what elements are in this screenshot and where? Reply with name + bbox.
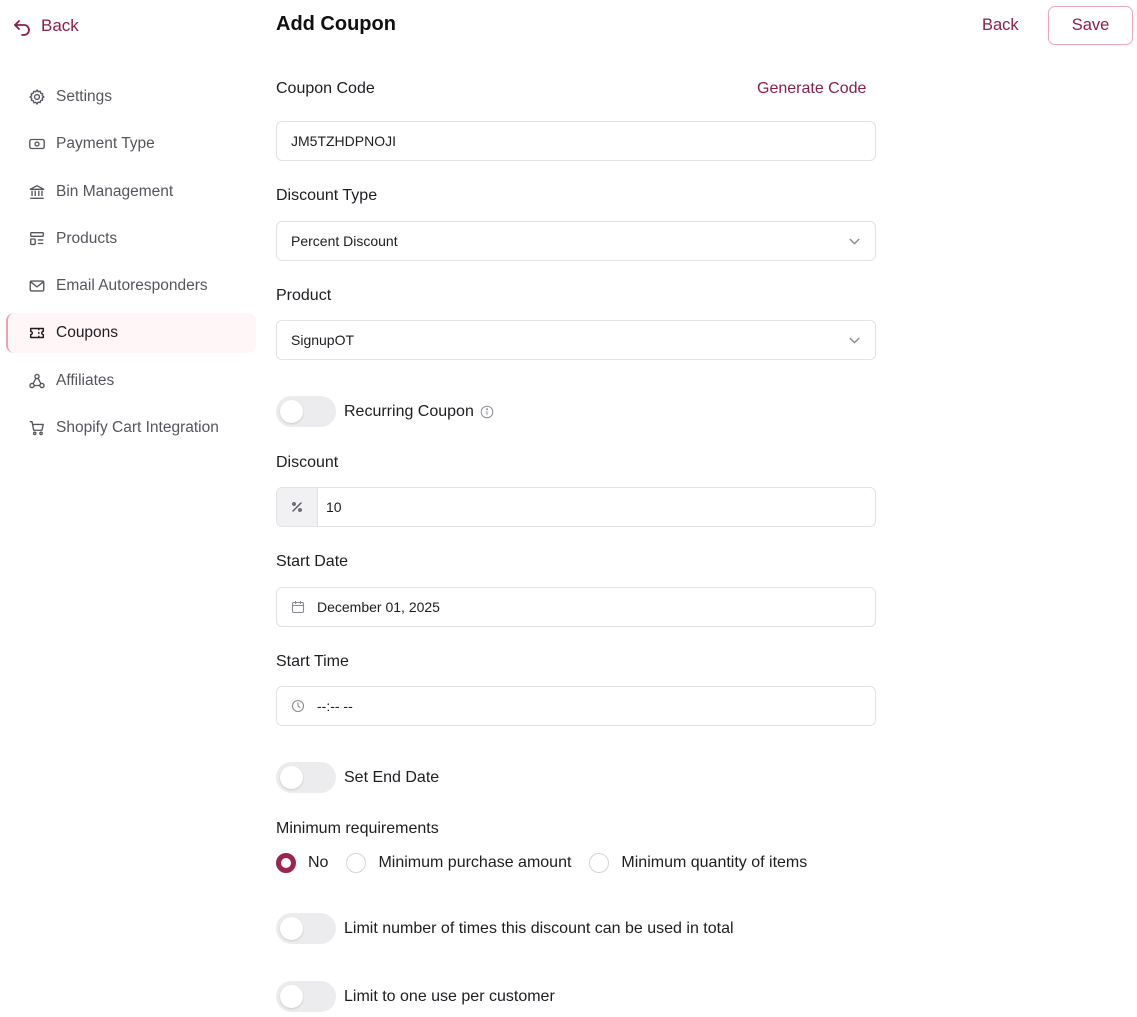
- sidebar-item-label: Bin Management: [56, 182, 174, 200]
- start-time-label: Start Time: [276, 653, 349, 670]
- sidebar-item-label: Settings: [56, 88, 113, 105]
- percent-icon: [292, 502, 302, 512]
- coupon-code-label: Coupon Code: [276, 80, 375, 97]
- start-date-label: Start Date: [276, 553, 349, 570]
- sidebar-item-affiliates[interactable]: Affiliates: [6, 361, 256, 401]
- limit-total-row: Limit number of times this discount can …: [276, 913, 734, 944]
- end-date-label: Set End Date: [344, 768, 440, 786]
- header-back-button[interactable]: Back: [982, 16, 1019, 35]
- toggle-knob: [280, 917, 303, 940]
- end-date-row: Set End Date: [276, 762, 439, 793]
- radio-option-min-purchase[interactable]: Minimum purchase amount: [346, 853, 571, 873]
- page-title: Add Coupon: [276, 13, 396, 35]
- radio-min-purchase[interactable]: [346, 853, 367, 873]
- sidebar-item-label: Email Autoresponders: [56, 277, 208, 295]
- limit-total-toggle[interactable]: [276, 913, 336, 944]
- toggle-knob: [280, 985, 303, 1008]
- discount-value: 10: [326, 499, 342, 515]
- discount-type-value: Percent Discount: [291, 233, 398, 249]
- sidebar-item-payment-type[interactable]: Payment Type: [6, 124, 256, 164]
- discount-label: Discount: [276, 454, 339, 471]
- min-requirements-label: Minimum requirements: [276, 820, 439, 837]
- min-requirements-radio-group: No Minimum purchase amount Minimum quant…: [276, 853, 807, 873]
- limit-customer-label: Limit to one use per customer: [344, 987, 555, 1005]
- start-time-value: --:-- --: [317, 698, 353, 714]
- sidebar-item-products[interactable]: Products: [6, 219, 256, 259]
- sidebar-item-bin-management[interactable]: Bin Management: [6, 172, 256, 212]
- sidebar-item-shopify-cart-integration[interactable]: Shopify Cart Integration: [6, 408, 256, 448]
- start-date-value: December 01, 2025: [317, 599, 440, 615]
- radio-label-min-quantity: Minimum quantity of items: [621, 854, 808, 871]
- network-icon: [29, 373, 45, 389]
- sidebar-item-settings[interactable]: Settings: [6, 77, 256, 117]
- toggle-knob: [280, 766, 303, 789]
- coupon-code-input[interactable]: JM5TZHDPNOJI: [276, 121, 876, 161]
- discount-input[interactable]: 10: [276, 487, 876, 527]
- radio-option-no[interactable]: No: [276, 853, 328, 873]
- recurring-coupon-row: Recurring Coupon: [276, 396, 494, 427]
- discount-type-select[interactable]: Percent Discount: [276, 221, 876, 261]
- recurring-coupon-label: Recurring Coupon: [344, 402, 474, 420]
- radio-option-min-quantity[interactable]: Minimum quantity of items: [589, 853, 807, 873]
- info-icon[interactable]: [480, 405, 494, 419]
- radio-min-quantity[interactable]: [589, 853, 610, 873]
- sidebar-back-link[interactable]: Back: [12, 16, 79, 36]
- limit-customer-row: Limit to one use per customer: [276, 981, 555, 1012]
- mail-icon: [29, 280, 45, 292]
- gear-icon: [29, 89, 45, 105]
- chevron-down-icon: [849, 238, 860, 245]
- sidebar-item-email-autoresponders[interactable]: Email Autoresponders: [6, 266, 256, 306]
- limit-total-label: Limit number of times this discount can …: [344, 919, 734, 937]
- back-arrow-icon: [14, 20, 30, 36]
- sidebar-item-label: Coupons: [56, 324, 119, 342]
- sidebar-item-coupons[interactable]: Coupons: [6, 313, 256, 354]
- coupon-code-value: JM5TZHDPNOJI: [291, 133, 396, 149]
- save-button[interactable]: Save: [1048, 6, 1133, 45]
- chevron-down-icon: [849, 337, 860, 344]
- percent-prefix: [277, 488, 318, 526]
- sidebar-back-label: Back: [41, 16, 79, 35]
- sidebar-item-label: Products: [56, 229, 118, 247]
- sidebar-item-label: Shopify Cart Integration: [56, 419, 219, 437]
- recurring-coupon-toggle[interactable]: [276, 396, 336, 427]
- ticket-icon: [29, 328, 45, 339]
- calendar-icon: [291, 601, 305, 614]
- sidebar-nav: Settings Payment Type Bin Management Pro…: [6, 77, 256, 455]
- product-value: SignupOT: [291, 332, 355, 348]
- banknote-icon: [29, 139, 45, 150]
- generate-code-link[interactable]: Generate Code: [757, 80, 866, 98]
- discount-type-label: Discount Type: [276, 187, 378, 204]
- radio-label-no: No: [308, 854, 329, 871]
- radio-no[interactable]: [276, 853, 296, 873]
- cart-icon: [29, 421, 44, 436]
- toggle-knob: [280, 400, 303, 423]
- bank-icon: [29, 184, 45, 199]
- clock-icon: [291, 699, 305, 713]
- product-select[interactable]: SignupOT: [276, 320, 876, 360]
- sidebar-item-label: Payment Type: [56, 135, 155, 153]
- radio-label-min-purchase: Minimum purchase amount: [378, 854, 572, 871]
- limit-customer-toggle[interactable]: [276, 981, 336, 1012]
- product-label: Product: [276, 287, 332, 304]
- product-list-icon: [30, 231, 44, 245]
- sidebar-item-label: Affiliates: [56, 371, 115, 389]
- start-time-input[interactable]: --:-- --: [276, 686, 876, 726]
- start-date-input[interactable]: December 01, 2025: [276, 587, 876, 627]
- end-date-toggle[interactable]: [276, 762, 336, 793]
